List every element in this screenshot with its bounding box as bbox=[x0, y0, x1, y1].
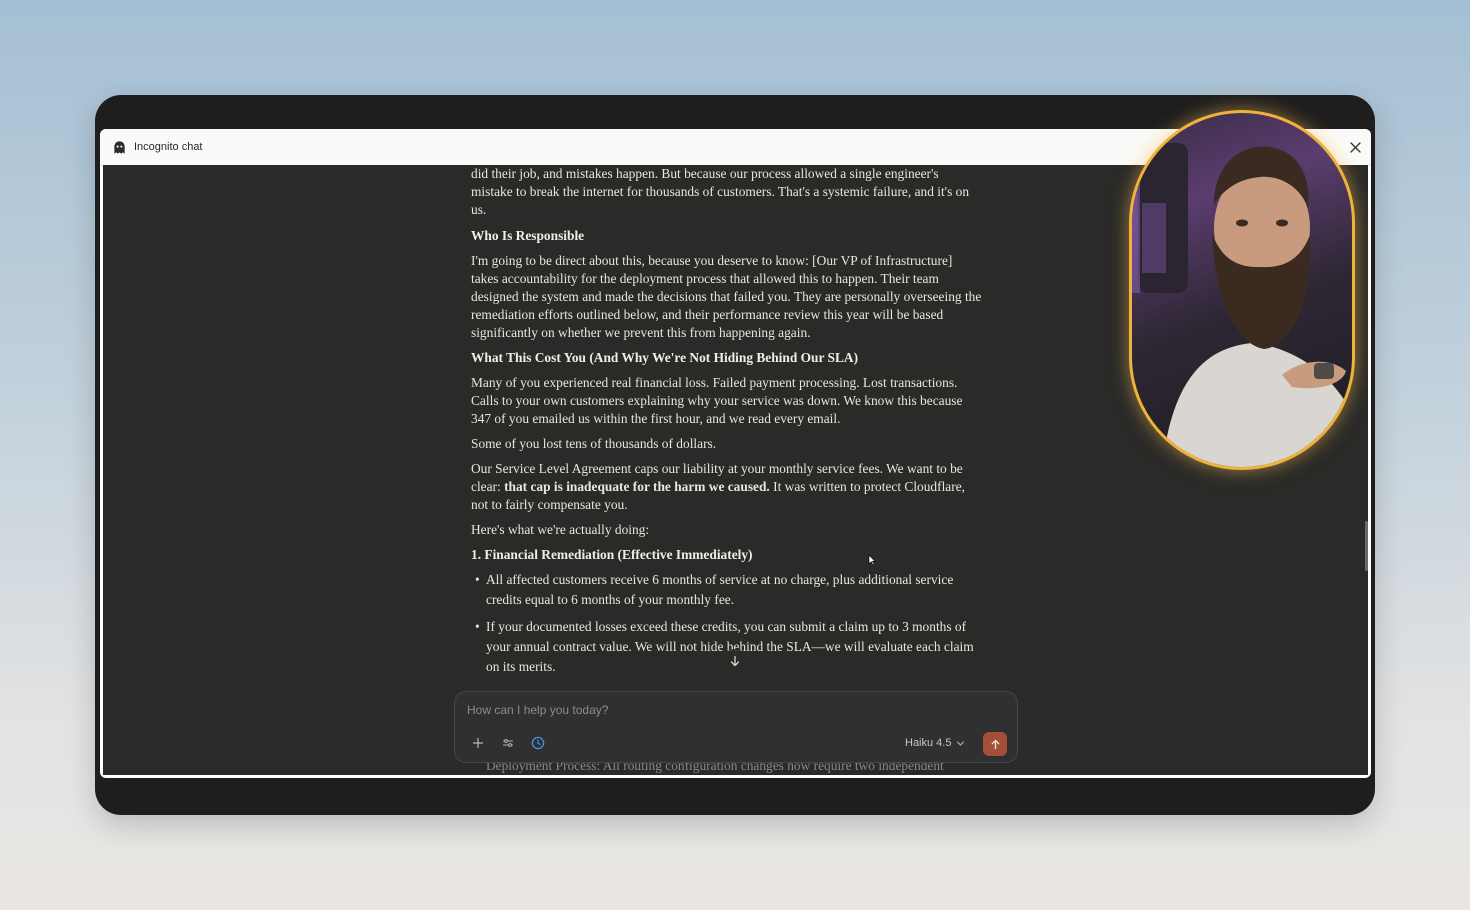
section-heading: 1. Financial Remediation (Effective Imme… bbox=[471, 547, 753, 562]
paragraph: Our Service Level Agreement caps our lia… bbox=[471, 460, 983, 514]
close-button[interactable] bbox=[1347, 139, 1363, 155]
extended-thinking-button[interactable] bbox=[527, 732, 549, 754]
plus-icon bbox=[472, 737, 484, 749]
scroll-to-bottom-button[interactable] bbox=[723, 649, 747, 673]
message-composer: Haiku 4.5 bbox=[454, 691, 1018, 763]
scrollbar-thumb[interactable] bbox=[1365, 521, 1368, 571]
webcam-overlay bbox=[1129, 110, 1355, 470]
message-input[interactable] bbox=[465, 702, 969, 718]
section-heading: Who Is Responsible bbox=[471, 228, 585, 243]
ghost-icon bbox=[112, 140, 127, 155]
arrow-down-icon bbox=[730, 655, 740, 667]
paragraph: Here's what we're actually doing: bbox=[471, 522, 650, 537]
paragraph: I'm going to be direct about this, becau… bbox=[471, 253, 982, 340]
model-selector[interactable]: Haiku 4.5 bbox=[905, 733, 965, 753]
list-item-text: All affected customers receive 6 months … bbox=[486, 572, 954, 607]
assistant-message: did their job, and mistakes happen. But … bbox=[471, 165, 983, 677]
close-icon bbox=[1349, 141, 1361, 153]
arrow-up-icon bbox=[991, 739, 999, 749]
sliders-icon bbox=[502, 739, 514, 747]
paragraph: Many of you experienced real financial l… bbox=[471, 375, 963, 426]
chevron-down-icon bbox=[957, 740, 965, 746]
section-heading: What This Cost You (And Why We're Not Hi… bbox=[471, 350, 859, 365]
send-button[interactable] bbox=[983, 732, 1007, 756]
bold-text: that cap is inadequate for the harm we c… bbox=[504, 479, 770, 494]
model-name: Haiku 4.5 bbox=[905, 737, 952, 749]
cursor-icon bbox=[868, 554, 876, 566]
paragraph: did their job, and mistakes happen. But … bbox=[471, 166, 970, 217]
tools-button[interactable] bbox=[497, 732, 519, 754]
window-title: Incognito chat bbox=[134, 141, 203, 153]
list-item: • All affected customers receive 6 months… bbox=[475, 572, 954, 607]
paragraph: Some of you lost tens of thousands of do… bbox=[471, 436, 717, 451]
add-attachment-button[interactable] bbox=[467, 732, 489, 754]
clock-icon bbox=[531, 736, 545, 750]
webcam-image bbox=[1132, 143, 1352, 467]
